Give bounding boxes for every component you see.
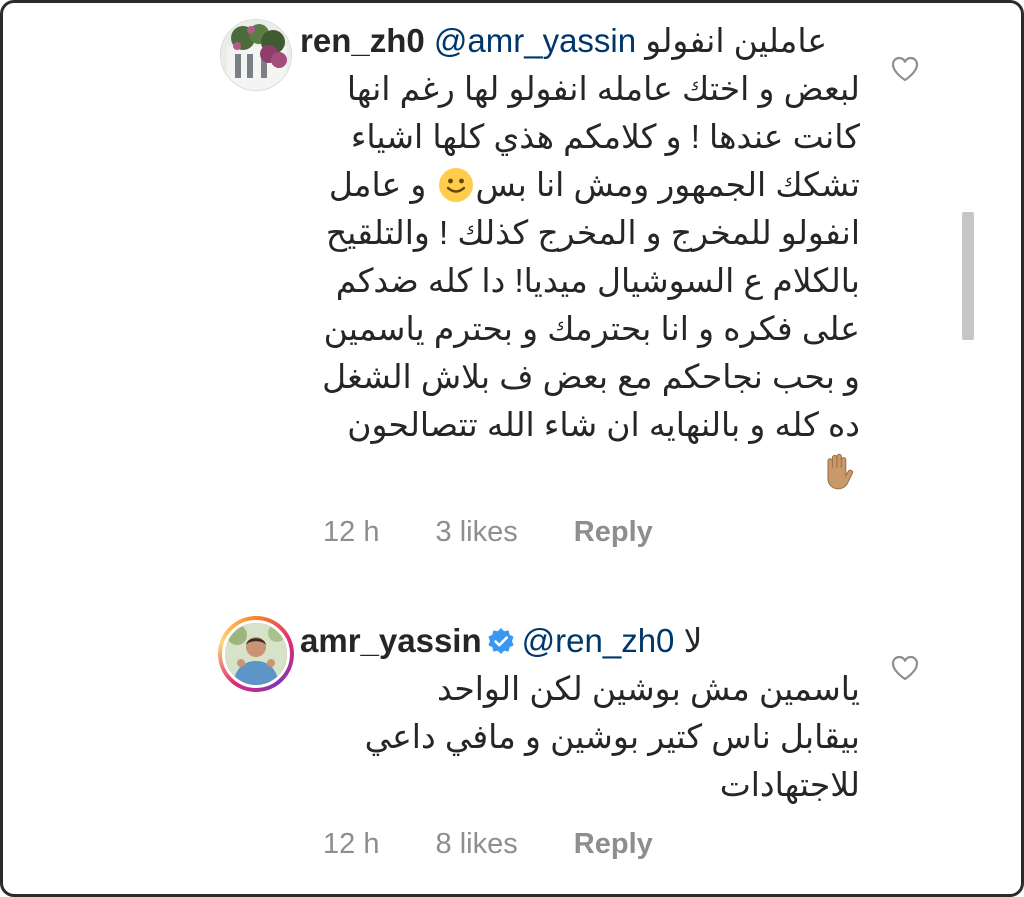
raised-hand-icon xyxy=(827,453,853,490)
comment-line: ياسمين مش بوشين لكن الواحد xyxy=(437,670,860,707)
avatar[interactable] xyxy=(220,19,292,91)
username-link[interactable]: ren_zh0 xyxy=(300,22,425,59)
comment-body: ren_zh0 @amr_yassin عاملين انفولو لبعض و… xyxy=(300,17,860,497)
comment: ren_zh0 @amr_yassin عاملين انفولو لبعض و… xyxy=(0,0,1024,570)
comment-meta: 12 h 8 likes Reply xyxy=(323,828,701,861)
comment-line: انفولو للمخرج و المخرج كذلك ! والتلقيح xyxy=(325,214,860,251)
mention-link[interactable]: @amr_yassin xyxy=(434,22,636,59)
avatar-photo xyxy=(225,623,287,685)
comment-text: لا xyxy=(683,622,703,659)
comment-meta: 12 h 3 likes Reply xyxy=(323,516,701,549)
comment-time: 12 h xyxy=(323,516,380,548)
mention-link[interactable]: @ren_zh0 xyxy=(522,622,675,659)
comment-line xyxy=(300,449,860,497)
comment-header: ren_zh0 @amr_yassin عاملين انفولو xyxy=(300,17,860,65)
reply-button[interactable]: Reply xyxy=(574,516,653,549)
comment-line: بيقابل ناس كتير بوشين و مافي داعي xyxy=(364,718,860,755)
comment-line: على فكره و انا بحترمك و بحترم ياسمين xyxy=(323,310,860,347)
scrollbar-thumb[interactable] xyxy=(962,212,974,340)
slightly-smiling-face-icon xyxy=(438,168,473,202)
comment-line: بالكلام ع السوشيال ميديا! دا كله ضدكم xyxy=(335,262,860,299)
comment-line-text: و عامل xyxy=(328,166,427,203)
username-link[interactable]: amr_yassin xyxy=(300,622,482,659)
comment-text: عاملين انفولو xyxy=(645,22,828,59)
comment-line: تشكك الجمهور ومش انا بس و عامل xyxy=(300,161,860,209)
comment-line: للاجتهادات xyxy=(719,766,860,803)
verified-badge-icon xyxy=(488,628,514,654)
likes-count-link[interactable]: 8 likes xyxy=(436,828,518,861)
comment-line: ده كله و بالنهايه ان شاء الله تتصالحون xyxy=(347,406,860,443)
comment-line-text: تشكك الجمهور ومش انا بس xyxy=(475,166,860,203)
comment-line: كانت عندها ! و كلامكم هذي كلها اشياء xyxy=(350,118,860,155)
avatar-photo xyxy=(221,20,291,90)
comment-body: amr_yassin @ren_zh0 لا ياسمين مش بوشين لك… xyxy=(300,617,860,809)
comment-line: لبعض و اختك عامله انفولو لها رغم انها xyxy=(346,70,860,107)
heart-like-icon[interactable] xyxy=(890,654,920,682)
likes-count-link[interactable]: 3 likes xyxy=(436,516,518,549)
comment-line: و بحب نجاحكم مع بعض ف بلاش الشغل xyxy=(322,358,860,395)
comment-time: 12 h xyxy=(323,828,380,860)
comment: amr_yassin @ren_zh0 لا ياسمين مش بوشين لك… xyxy=(0,600,1024,897)
avatar[interactable] xyxy=(218,616,294,692)
heart-like-icon[interactable] xyxy=(890,55,920,83)
reply-button[interactable]: Reply xyxy=(574,828,653,861)
comment-header: amr_yassin @ren_zh0 لا xyxy=(300,617,860,665)
